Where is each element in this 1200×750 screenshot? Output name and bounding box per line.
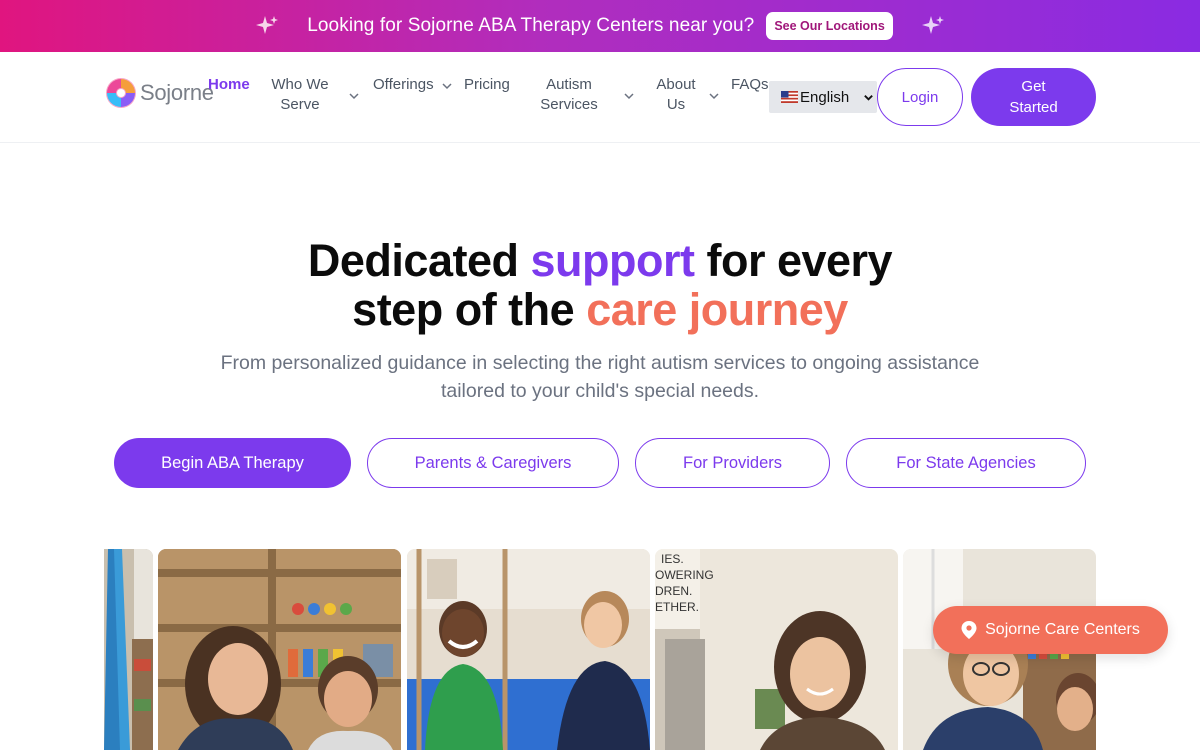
sparkle-icon <box>256 16 279 34</box>
sojorne-logo-icon <box>106 78 136 108</box>
chevron-down-icon <box>864 95 873 101</box>
chevron-down-icon[interactable] <box>348 90 360 102</box>
location-pin-icon <box>961 621 977 639</box>
hero-title-text: for every <box>694 235 893 286</box>
chevron-down-icon[interactable] <box>441 80 453 92</box>
sojorne-care-centers-label: Sojorne Care Centers <box>985 621 1140 638</box>
get-started-label: Get Started <box>1009 78 1058 116</box>
parents-caregivers-button[interactable]: Parents & Caregivers <box>367 438 619 488</box>
language-select-value: English <box>800 88 850 106</box>
sojorne-care-centers-button[interactable]: Sojorne Care Centers <box>933 606 1168 654</box>
nav-item-autism-services[interactable]: Autism Services <box>530 75 608 115</box>
main-navigation: Sojorne Home Who We Serve Offerings Pric… <box>0 52 1200 143</box>
for-providers-button[interactable]: For Providers <box>635 438 830 488</box>
hero-title: Dedicated support for every step of the … <box>0 236 1200 334</box>
hero-subtitle: From personalized guidance in selecting … <box>220 352 980 402</box>
chevron-down-icon[interactable] <box>623 90 635 102</box>
nav-item-about-us[interactable]: About Us <box>650 75 702 115</box>
boy-on-swing-photo <box>407 549 650 750</box>
logo-text: Sojorne <box>140 80 214 105</box>
chevron-down-icon[interactable] <box>708 90 720 102</box>
begin-aba-therapy-button[interactable]: Begin ABA Therapy <box>114 438 351 488</box>
logo[interactable]: Sojorne <box>104 76 214 110</box>
us-flag-icon <box>781 91 798 103</box>
poster-text: ETHER. <box>655 600 699 614</box>
nav-item-offerings[interactable]: Offerings <box>373 75 434 95</box>
login-button[interactable]: Login <box>877 68 963 126</box>
hero-title-text: Dedicated <box>307 235 531 286</box>
poster-text: DREN. <box>655 584 692 598</box>
hero-title-highlight: support <box>530 235 695 286</box>
smiling-therapist-photo: IES. OWERING DREN. ETHER. <box>655 549 898 750</box>
therapy-room-photo <box>104 549 153 750</box>
hero-title-highlight: care journey <box>586 284 848 335</box>
poster-text: IES. <box>661 552 684 566</box>
get-started-button[interactable]: Get Started <box>971 68 1096 126</box>
language-select[interactable]: English <box>769 81 877 113</box>
announcement-bar: Looking for Sojorne ABA Therapy Centers … <box>0 0 1200 52</box>
sparkle-icon <box>921 16 944 34</box>
announcement-text: Looking for Sojorne ABA Therapy Centers … <box>307 15 755 36</box>
nav-item-pricing[interactable]: Pricing <box>464 75 510 95</box>
poster-text: OWERING <box>655 568 714 582</box>
nav-item-home[interactable]: Home <box>208 75 250 95</box>
see-locations-button[interactable]: See Our Locations <box>766 12 893 40</box>
nav-item-who-we-serve[interactable]: Who We Serve <box>266 75 334 115</box>
therapist-with-boy-photo <box>158 549 401 750</box>
for-state-agencies-button[interactable]: For State Agencies <box>846 438 1086 488</box>
hero-title-text: step of the <box>352 284 587 335</box>
nav-item-faqs[interactable]: FAQs <box>731 75 769 95</box>
